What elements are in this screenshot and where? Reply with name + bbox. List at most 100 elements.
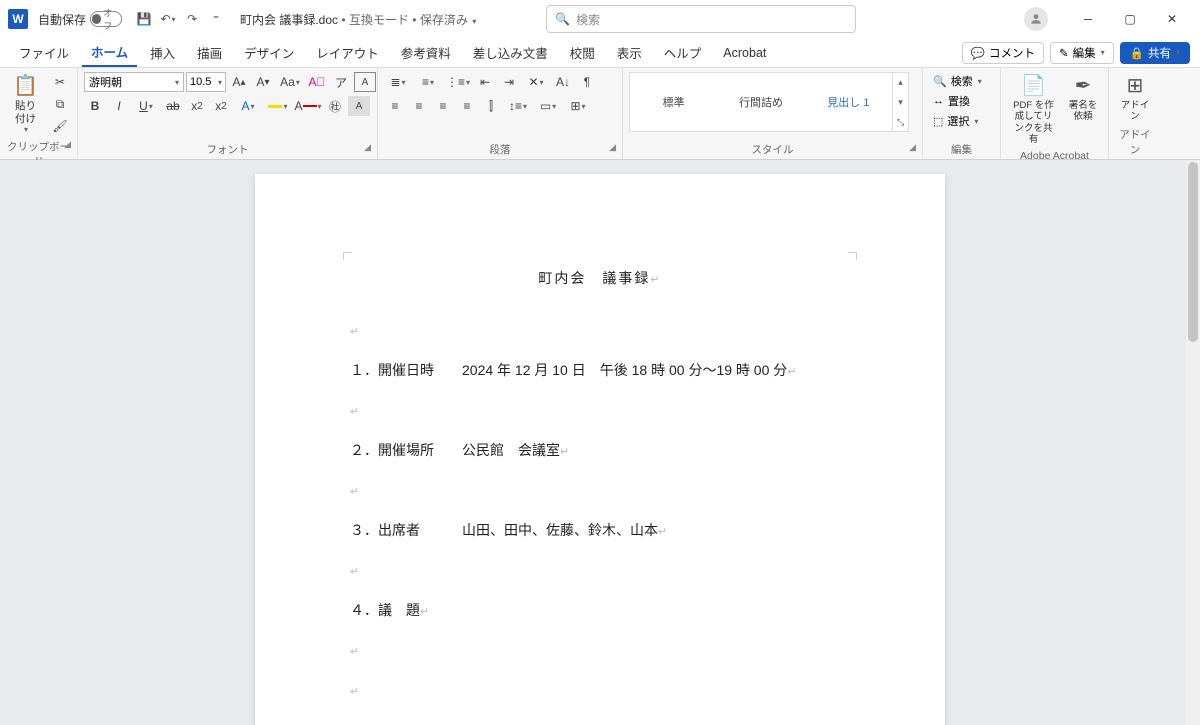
style-normal[interactable]: 標準 xyxy=(630,86,717,118)
doc-blank-line: ↵ xyxy=(350,556,850,584)
select-button[interactable]: ⬚ 選択▾ xyxy=(929,112,986,130)
decrease-indent-icon[interactable]: ⇤ xyxy=(474,72,496,92)
paste-button[interactable]: 📋 貼り付け▾ xyxy=(6,72,45,137)
enclose-char-icon[interactable]: ㊓ xyxy=(324,96,346,116)
save-icon[interactable]: 💾 xyxy=(135,10,153,28)
doc-blank-line: ↵ xyxy=(350,716,850,725)
scroll-thumb[interactable] xyxy=(1188,162,1198,342)
cut-icon[interactable]: ✂ xyxy=(49,72,71,92)
user-avatar[interactable] xyxy=(1024,7,1048,31)
qat-customize-icon[interactable]: ⁼ xyxy=(207,10,225,28)
tab-insert[interactable]: 挿入 xyxy=(141,39,184,66)
font-color-icon[interactable]: A▾ xyxy=(294,96,322,116)
align-left-icon[interactable]: ≡ xyxy=(384,96,406,116)
subscript-icon[interactable]: x2 xyxy=(186,96,208,116)
margin-marker-icon xyxy=(343,252,351,260)
autosave-state: オフ xyxy=(103,6,120,32)
align-right-icon[interactable]: ≡ xyxy=(432,96,454,116)
char-border-icon[interactable]: A xyxy=(354,72,376,92)
dialog-launcher-icon[interactable]: ◢ xyxy=(364,142,371,153)
edit-mode-button[interactable]: ✎ 編集 ▾ xyxy=(1050,42,1114,64)
tab-layout[interactable]: レイアウト xyxy=(307,39,388,66)
autosave-toggle[interactable]: 自動保存 オフ xyxy=(38,11,122,28)
align-center-icon[interactable]: ≡ xyxy=(408,96,430,116)
styles-gallery[interactable]: 標準 行間詰め 見出し 1 ▴▾⤡ xyxy=(629,72,909,132)
group-font: 游明朝▾ 10.5▾ A▴ A▾ Aa▾ A⃠ ア A B I U▾ ab x2… xyxy=(78,68,378,159)
document-area[interactable]: 町内会 議事録↵ ↵ １．開催日時 2024 年 12 月 10 日 午後 18… xyxy=(0,160,1200,725)
font-name-select[interactable]: 游明朝▾ xyxy=(84,72,184,92)
maximize-button[interactable]: ▢ xyxy=(1110,4,1150,34)
comment-button[interactable]: 💬 コメント xyxy=(962,42,1044,64)
font-size-select[interactable]: 10.5▾ xyxy=(186,72,226,92)
style-nospace[interactable]: 行間詰め xyxy=(717,86,804,118)
bullets-icon[interactable]: ≣▾ xyxy=(384,72,412,92)
change-case-icon[interactable]: Aa▾ xyxy=(276,72,304,92)
styles-scroll[interactable]: ▴▾⤡ xyxy=(892,72,908,132)
doc-line-place: ２．開催場所 公民館 会議室↵ xyxy=(350,436,850,464)
tab-view[interactable]: 表示 xyxy=(608,39,651,66)
find-button[interactable]: 🔍 検索▾ xyxy=(929,72,986,90)
superscript-icon[interactable]: x2 xyxy=(210,96,232,116)
tab-review[interactable]: 校閲 xyxy=(561,39,604,66)
request-sign-button[interactable]: ✒ 署名を依頼 xyxy=(1064,72,1102,125)
dialog-launcher-icon[interactable]: ◢ xyxy=(909,142,916,153)
phonetic-guide-icon[interactable]: ア xyxy=(330,72,352,92)
bold-icon[interactable]: B xyxy=(84,96,106,116)
increase-font-icon[interactable]: A▴ xyxy=(228,72,250,92)
text-effects-icon[interactable]: A▾ xyxy=(234,96,262,116)
group-label-styles: スタイル◢ xyxy=(629,140,916,157)
document-filename[interactable]: 町内会 議事録.doc • 互換モード • 保存済み ▾ xyxy=(240,11,476,28)
sign-icon: ✒ xyxy=(1075,74,1092,98)
ribbon-tabs: ファイル ホーム 挿入 描画 デザイン レイアウト 参考資料 差し込み文書 校閲… xyxy=(0,38,1200,68)
clear-format-icon[interactable]: A⃠ xyxy=(306,72,328,92)
search-icon: 🔍 xyxy=(555,12,570,26)
underline-icon[interactable]: U▾ xyxy=(132,96,160,116)
line-spacing-icon[interactable]: ↕≡▾ xyxy=(504,96,532,116)
justify-icon[interactable]: ≡ xyxy=(456,96,478,116)
copy-icon[interactable]: ⧉ xyxy=(49,94,71,114)
tab-mailings[interactable]: 差し込み文書 xyxy=(464,39,557,66)
redo-icon[interactable]: ↷ xyxy=(183,10,201,28)
tab-draw[interactable]: 描画 xyxy=(188,39,231,66)
share-button[interactable]: 🔒 共有 ▾ xyxy=(1120,42,1190,64)
doc-blank-line: ↵ xyxy=(350,396,850,424)
doc-blank-line: ↵ xyxy=(350,636,850,664)
multilevel-icon[interactable]: ⋮≡▾ xyxy=(444,72,472,92)
dialog-launcher-icon[interactable]: ◢ xyxy=(609,142,616,153)
autosave-label: 自動保存 xyxy=(38,11,86,28)
borders-icon[interactable]: ⊞▾ xyxy=(564,96,592,116)
shading-icon[interactable]: ▭▾ xyxy=(534,96,562,116)
search-input[interactable]: 🔍 検索 xyxy=(546,5,856,33)
show-marks-icon[interactable]: ¶ xyxy=(576,72,598,92)
sort-icon[interactable]: A↓ xyxy=(552,72,574,92)
tab-file[interactable]: ファイル xyxy=(10,39,78,66)
create-pdf-button[interactable]: 📄 PDF を作成してリンクを共有 xyxy=(1007,72,1060,148)
minimize-button[interactable]: ─ xyxy=(1068,4,1108,34)
close-button[interactable]: ✕ xyxy=(1152,4,1192,34)
tab-design[interactable]: デザイン xyxy=(235,39,303,66)
tab-references[interactable]: 参考資料 xyxy=(392,39,460,66)
decrease-font-icon[interactable]: A▾ xyxy=(252,72,274,92)
vertical-scrollbar[interactable] xyxy=(1186,160,1200,725)
doc-blank-line: ↵ xyxy=(350,476,850,504)
asian-layout-icon[interactable]: ✕▾ xyxy=(522,72,550,92)
replace-button[interactable]: ↔ 置換 xyxy=(929,92,986,110)
undo-icon[interactable]: ↶▾ xyxy=(159,10,177,28)
tab-home[interactable]: ホーム xyxy=(82,38,137,67)
numbering-icon[interactable]: ≡▾ xyxy=(414,72,442,92)
tab-acrobat[interactable]: Acrobat xyxy=(714,42,775,64)
increase-indent-icon[interactable]: ⇥ xyxy=(498,72,520,92)
document-page[interactable]: 町内会 議事録↵ ↵ １．開催日時 2024 年 12 月 10 日 午後 18… xyxy=(255,174,945,725)
doc-line-agenda: ４．議 題↵ xyxy=(350,596,850,624)
style-heading1[interactable]: 見出し 1 xyxy=(805,86,892,118)
dialog-launcher-icon[interactable]: ◢ xyxy=(64,139,71,150)
strikethrough-icon[interactable]: ab xyxy=(162,96,184,116)
addin-button[interactable]: ⊞ アドイン xyxy=(1115,72,1155,125)
highlight-icon[interactable]: ▾ xyxy=(264,96,292,116)
format-painter-icon[interactable]: 🖌 xyxy=(49,116,71,136)
italic-icon[interactable]: I xyxy=(108,96,130,116)
char-shading-icon[interactable]: A xyxy=(348,96,370,116)
tab-help[interactable]: ヘルプ xyxy=(655,39,711,66)
distribute-icon[interactable]: ⫿ xyxy=(480,96,502,116)
autosave-pill[interactable]: オフ xyxy=(90,11,122,27)
